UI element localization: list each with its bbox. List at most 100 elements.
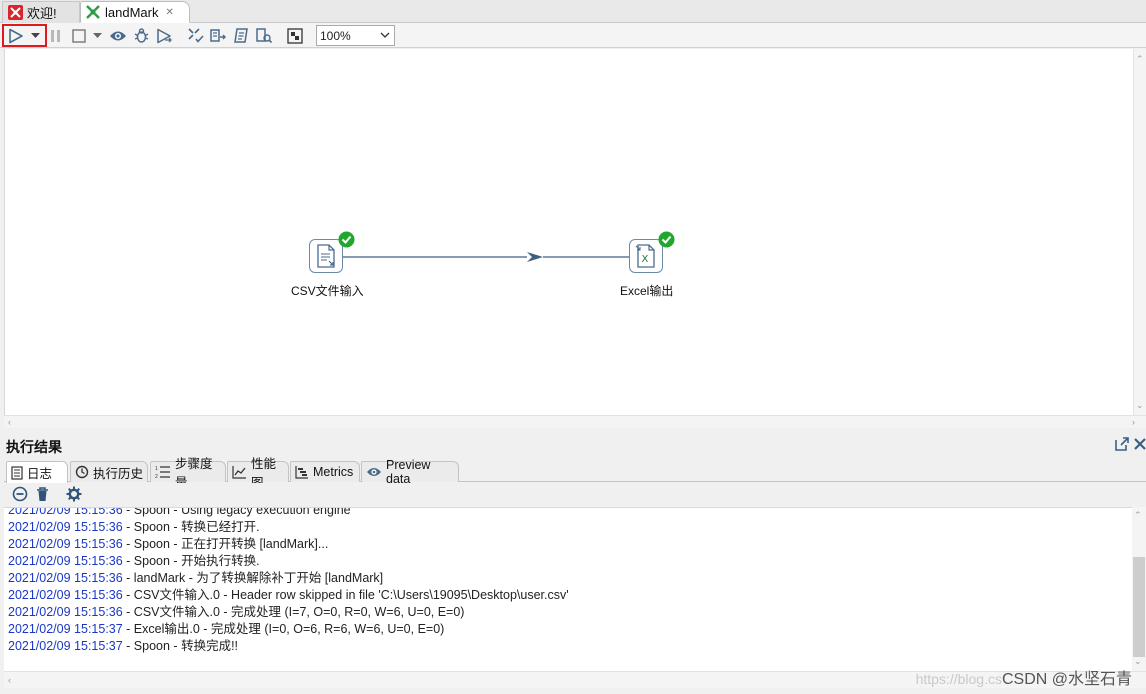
run-button[interactable] xyxy=(6,26,26,45)
chevron-left-icon[interactable]: ‹ xyxy=(8,416,11,428)
tab-log[interactable]: 日志 xyxy=(6,461,68,483)
tab-log-label: 日志 xyxy=(27,467,53,481)
tab-preview-data[interactable]: Preview data xyxy=(361,458,459,486)
csv-file-input-icon xyxy=(317,244,335,268)
replay-button[interactable] xyxy=(154,26,174,45)
log-timestamp: 2021/02/09 15:15:36 xyxy=(8,507,123,517)
log-message: - CSV文件输入.0 - Header row skipped in file… xyxy=(122,588,569,602)
chevron-down-icon xyxy=(30,32,40,38)
log-line: 2021/02/09 15:15:36 - Spoon - 转换已经打开. xyxy=(4,519,1132,536)
log-message: - Spoon - 正在打开转换 [landMark]... xyxy=(122,537,329,551)
maximize-panel-icon[interactable] xyxy=(1114,436,1130,452)
pause-icon xyxy=(51,29,60,42)
log-message: - Spoon - 开始执行转换. xyxy=(122,554,260,568)
tab-preview-data-label: Preview data xyxy=(386,458,431,486)
log-timestamp: 2021/02/09 15:15:37 xyxy=(8,639,123,653)
excel-output-icon: X xyxy=(635,244,655,268)
log-message: - Spoon - Using legacy execution engine xyxy=(122,507,351,517)
results-tab-bar: 日志 执行历史 12 步骤度量 性能图 Metrics Preview data xyxy=(4,457,1146,490)
close-panel-icon[interactable] xyxy=(1133,436,1146,452)
canvas-vertical-scrollbar[interactable]: ⌃ ⌄ xyxy=(1133,49,1146,415)
chevron-up-icon[interactable]: ⌃ xyxy=(1134,509,1142,521)
tab-history[interactable]: 执行历史 xyxy=(70,461,148,482)
trash-icon[interactable] xyxy=(35,486,50,502)
step-excel-output-label: Excel输出 xyxy=(620,284,674,298)
watermark: https://blog.csCSDN @水坚石青 xyxy=(916,665,1132,689)
tab-welcome[interactable]: 欢迎! xyxy=(2,1,80,23)
chevron-down-icon[interactable]: ⌄ xyxy=(1136,399,1144,411)
log-timestamp: 2021/02/09 15:15:36 xyxy=(8,520,123,534)
chevron-down-icon xyxy=(380,32,390,38)
check-ok-icon xyxy=(338,231,355,248)
log-message: - CSV文件输入.0 - 完成处理 (I=7, O=0, R=0, W=6, … xyxy=(122,605,465,619)
log-line: 2021/02/09 15:15:36 - CSV文件输入.0 - 完成处理 (… xyxy=(4,604,1132,621)
tab-step-metrics[interactable]: 12 步骤度量 xyxy=(150,457,226,490)
explore-icon xyxy=(256,28,273,44)
run-options-dropdown[interactable] xyxy=(28,26,42,45)
close-icon[interactable]: ✕ xyxy=(165,7,173,18)
step-csv-input-label: CSV文件输入 xyxy=(291,284,364,298)
log-line: 2021/02/09 15:15:37 - Excel输出.0 - 完成处理 (… xyxy=(4,621,1132,638)
log-line: 2021/02/09 15:15:36 - Spoon - 正在打开转换 [la… xyxy=(4,536,1132,553)
log-output[interactable]: 2021/02/09 15:15:36 - Spoon - Using lega… xyxy=(4,507,1132,671)
tab-metrics[interactable]: Metrics xyxy=(290,461,360,482)
tab-performance-graph[interactable]: 性能图 xyxy=(227,457,289,490)
canvas-horizontal-scrollbar[interactable]: ‹ › xyxy=(4,415,1146,428)
impact-analysis-button[interactable] xyxy=(208,26,228,45)
stop-options-dropdown[interactable] xyxy=(91,26,103,45)
log-timestamp: 2021/02/09 15:15:36 xyxy=(8,554,123,568)
log-icon xyxy=(11,465,23,480)
svg-text:1: 1 xyxy=(155,466,158,472)
hop-arrow[interactable] xyxy=(5,49,1134,415)
bug-icon xyxy=(134,28,148,43)
chevron-down-icon[interactable]: ⌄ xyxy=(1134,655,1142,667)
svg-text:2: 2 xyxy=(155,474,158,479)
play-icon xyxy=(9,28,23,43)
preview-eye-icon xyxy=(366,466,382,478)
eye-icon xyxy=(110,31,126,40)
chevron-up-icon[interactable]: ⌃ xyxy=(1136,53,1144,65)
log-scroll-thumb[interactable] xyxy=(1133,557,1145,657)
debug-button[interactable] xyxy=(131,26,151,45)
replay-icon xyxy=(156,28,172,43)
transformation-canvas[interactable]: CSV文件输入 X Excel输出 xyxy=(4,49,1133,415)
log-message: - Spoon - 转换完成!! xyxy=(122,639,239,653)
sql-script-icon xyxy=(233,28,248,43)
verify-icon xyxy=(187,28,204,43)
tab-history-label: 执行历史 xyxy=(93,466,144,481)
log-line: 2021/02/09 15:15:36 - landMark - 为了转换解除补… xyxy=(4,570,1132,587)
log-timestamp: 2021/02/09 15:15:37 xyxy=(8,622,123,636)
log-timestamp: 2021/02/09 15:15:36 xyxy=(8,537,123,551)
explore-database-button[interactable] xyxy=(254,26,274,45)
log-line: 2021/02/09 15:15:37 - Spoon - 转换完成!! xyxy=(4,638,1132,655)
history-icon xyxy=(75,465,89,479)
log-timestamp: 2021/02/09 15:15:36 xyxy=(8,588,123,602)
grid-icon xyxy=(287,27,303,44)
preview-button[interactable] xyxy=(108,26,128,45)
watermark-url: https://blog.cs xyxy=(915,671,1002,687)
log-message: - Excel输出.0 - 完成处理 (I=0, O=6, R=6, W=6, … xyxy=(122,622,445,636)
execution-results-title: 执行结果 xyxy=(6,439,62,455)
chevron-left-icon[interactable]: ‹ xyxy=(8,674,11,686)
zoom-select[interactable]: 100% xyxy=(316,25,395,46)
svg-text:X: X xyxy=(642,254,649,265)
tab-landmark[interactable]: landMark ✕ xyxy=(80,1,190,23)
log-message: - Spoon - 转换已经打开. xyxy=(122,520,260,534)
verify-button[interactable] xyxy=(185,26,205,45)
log-line: 2021/02/09 15:15:36 - Spoon - Using lega… xyxy=(4,507,1132,519)
gear-icon[interactable] xyxy=(66,486,82,502)
clear-log-icon[interactable] xyxy=(12,486,28,502)
metrics-icon xyxy=(295,465,309,479)
transformation-toolbar: 100% xyxy=(0,23,1146,48)
log-vertical-scrollbar[interactable]: ⌃ ⌄ xyxy=(1132,507,1146,671)
stop-button[interactable] xyxy=(70,26,88,45)
log-message: - landMark - 为了转换解除补丁开始 [landMark] xyxy=(122,571,384,585)
sql-button[interactable] xyxy=(231,26,251,45)
chevron-right-icon[interactable]: › xyxy=(1132,416,1135,428)
snap-to-grid-button[interactable] xyxy=(285,26,305,45)
log-line: 2021/02/09 15:15:36 - Spoon - 开始执行转换. xyxy=(4,553,1132,570)
log-line: 2021/02/09 15:15:36 - CSV文件输入.0 - Header… xyxy=(4,587,1132,604)
log-toolbar xyxy=(4,483,1146,507)
chevron-down-icon xyxy=(92,32,102,38)
pause-button[interactable] xyxy=(48,26,64,45)
